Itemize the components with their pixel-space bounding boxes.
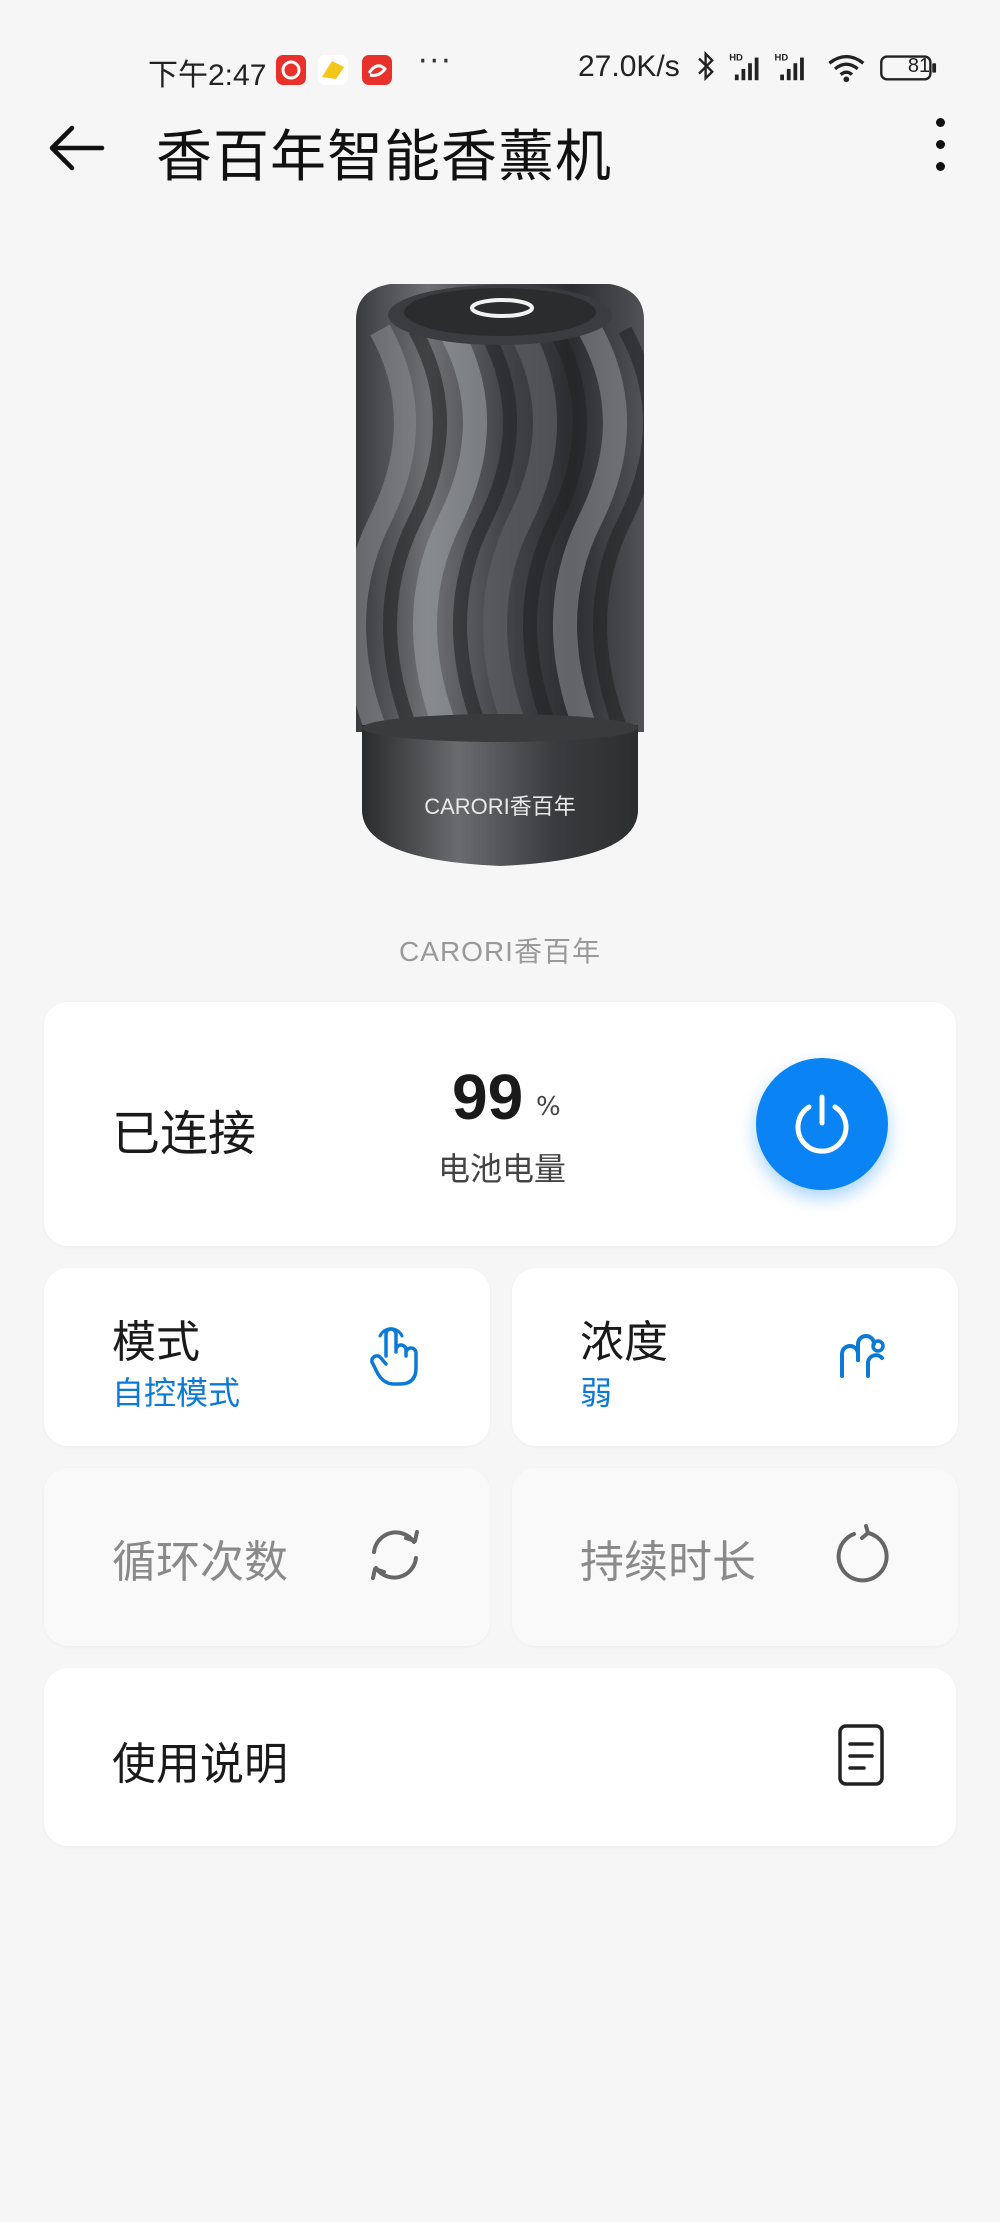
battery-label: 电池电量 (438, 1150, 567, 1188)
svg-text:HD: HD (775, 52, 789, 63)
netease-music-icon (276, 55, 306, 85)
battery-percentage: 99 (452, 1061, 524, 1133)
app-bar: 香百年智能香薰机 (0, 100, 1000, 190)
status-time: 下午2:47 (148, 59, 267, 92)
svg-text:HD: HD (729, 52, 743, 63)
cloud-app-icon (318, 55, 348, 85)
network-speed: 27.0K/s (578, 50, 680, 83)
document-icon (838, 1724, 884, 1786)
device-image: CARORI香百年 (340, 270, 660, 870)
arrow-left-icon (49, 125, 105, 171)
hd-signal-icon: HD (729, 52, 759, 81)
concentration-value: 弱 (580, 1374, 613, 1412)
user-guide-card[interactable]: 使用说明 (44, 1668, 956, 1846)
more-options-button[interactable] (920, 112, 960, 182)
connection-status: 已连接 (112, 1106, 257, 1162)
status-more-dots: ··· (418, 44, 453, 79)
device-logo-text: CARORI香百年 (424, 794, 576, 819)
mode-card[interactable]: 模式 自控模式 (44, 1268, 490, 1446)
timer-icon (836, 1524, 889, 1583)
more-vertical-icon (935, 118, 945, 127)
battery-unit: % (536, 1092, 561, 1122)
page-title: 香百年智能香薰机 (156, 125, 612, 190)
power-icon (795, 1094, 849, 1154)
cycle-count-card[interactable]: 循环次数 (44, 1468, 490, 1646)
refresh-icon (371, 1530, 419, 1580)
hd-signal-icon: HD (775, 52, 804, 81)
user-guide-title: 使用说明 (112, 1739, 288, 1790)
mode-title: 模式 (112, 1317, 200, 1368)
device-status-card: 已连接 99 % 电池电量 (44, 1002, 956, 1246)
concentration-title: 浓度 (580, 1317, 668, 1368)
cycle-count-title: 循环次数 (112, 1537, 288, 1588)
battery-level: 81 (907, 55, 931, 77)
wifi-icon (828, 54, 865, 83)
hand-touch-icon (370, 1327, 418, 1386)
bluetooth-icon (698, 50, 714, 82)
aliyun-app-icon (362, 55, 392, 85)
duration-card[interactable]: 持续时长 (512, 1468, 958, 1646)
concentration-card[interactable]: 浓度 弱 (512, 1268, 958, 1446)
duration-title: 持续时长 (580, 1537, 756, 1588)
brand-caption: CARORI香百年 (399, 936, 601, 967)
back-button[interactable] (44, 116, 108, 180)
mode-value: 自控模式 (112, 1374, 241, 1412)
scent-wave-icon (840, 1334, 885, 1378)
power-button[interactable] (756, 1058, 888, 1190)
